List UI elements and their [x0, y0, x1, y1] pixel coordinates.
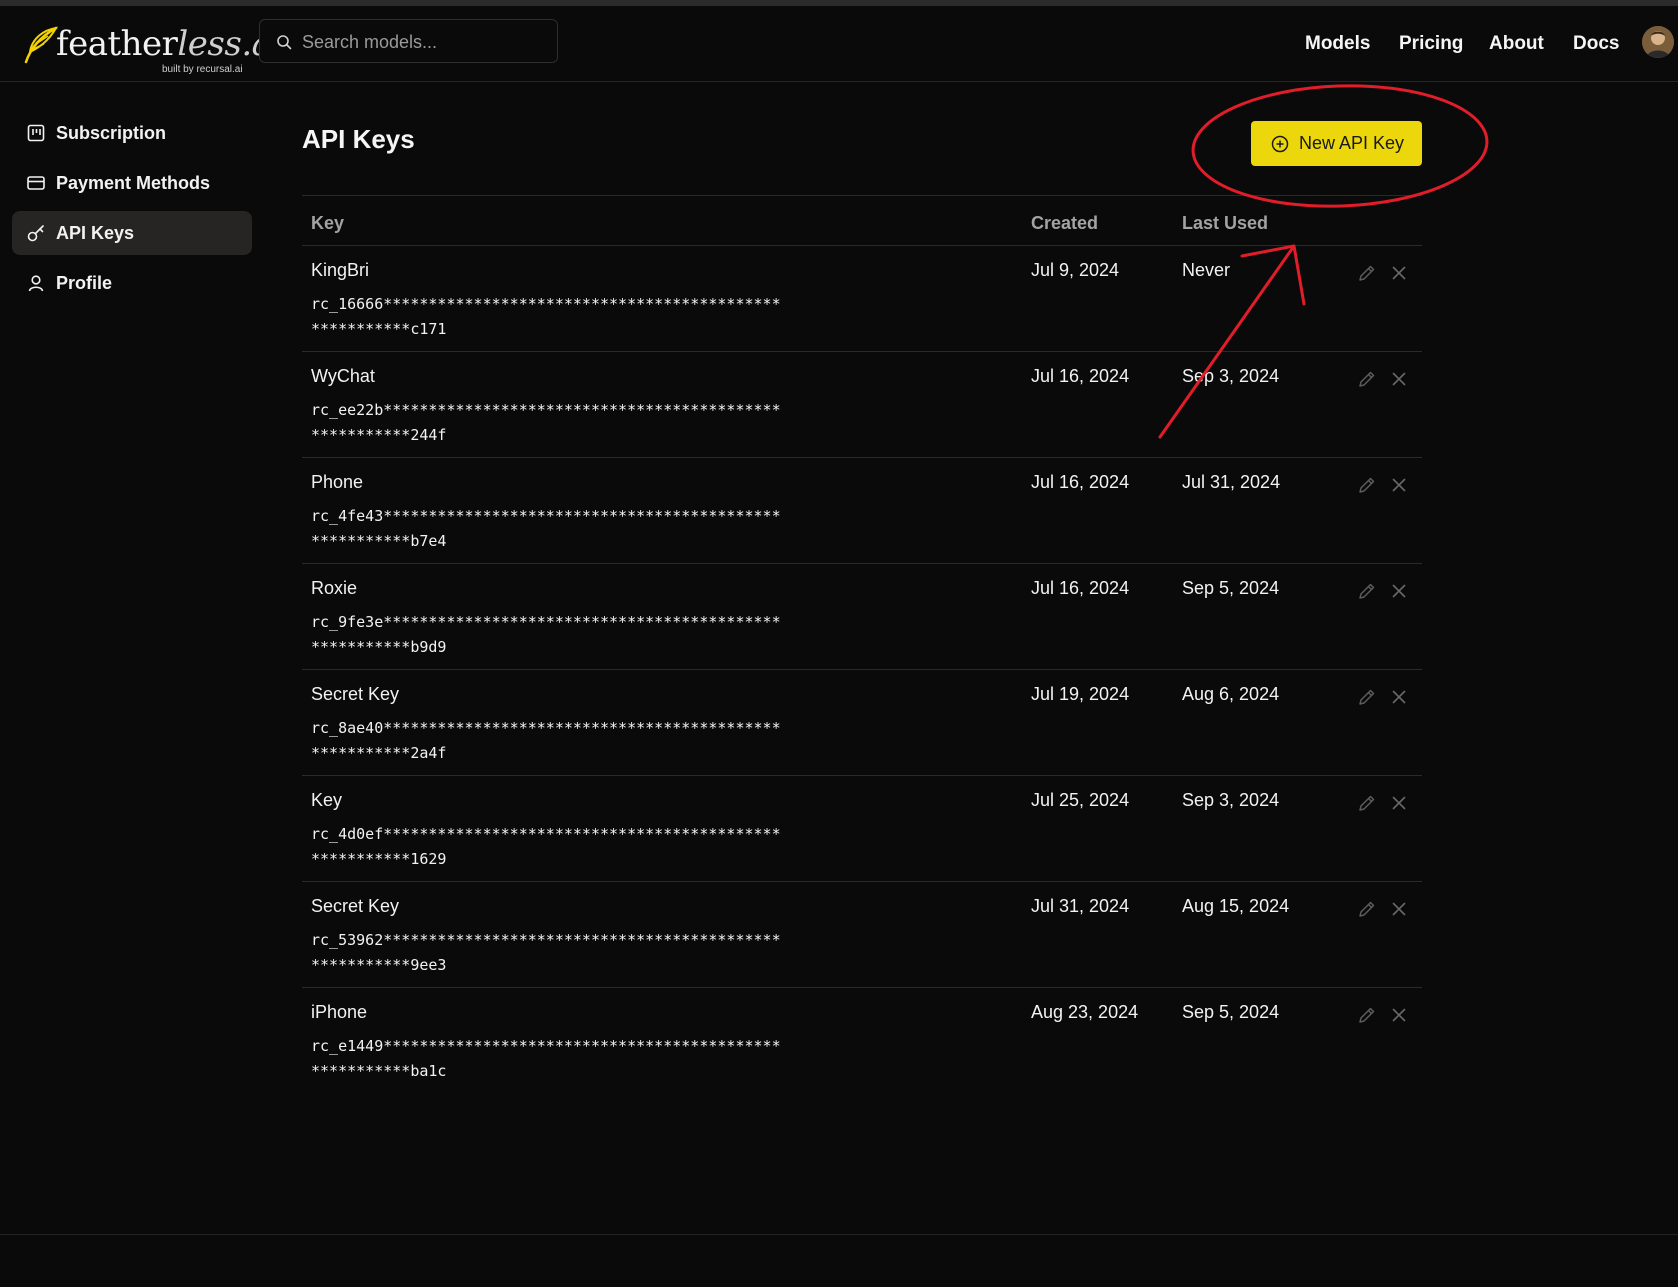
masked-key: rc_53962********************************…	[311, 931, 781, 974]
table-row: iPhone rc_e1449**************************…	[302, 988, 1422, 1094]
sidebar-item-profile[interactable]: Profile	[12, 261, 252, 305]
key-name: Key	[311, 790, 343, 810]
delete-x-icon[interactable]	[1390, 264, 1408, 282]
page-title: API Keys	[302, 124, 415, 154]
last-used-date: Sep 3, 2024	[1182, 366, 1280, 386]
nav-docs[interactable]: Docs	[1573, 33, 1619, 55]
key-name: Secret Key	[311, 684, 400, 704]
column-header-created: Created	[1031, 213, 1099, 233]
key-name: Secret Key	[311, 896, 400, 916]
delete-x-icon[interactable]	[1390, 688, 1408, 706]
table-row: Roxie rc_9fe3e***************************…	[302, 564, 1422, 670]
table-row: WyChat rc_ee22b**************************…	[302, 352, 1422, 458]
masked-key: rc_4fe43********************************…	[311, 507, 781, 550]
created-date: Aug 23, 2024	[1031, 1002, 1139, 1022]
footer-divider	[0, 1234, 1678, 1235]
created-date: Jul 9, 2024	[1031, 260, 1120, 280]
sidebar-item-api-keys[interactable]: API Keys	[12, 211, 252, 255]
created-date: Jul 16, 2024	[1031, 472, 1130, 492]
new-api-key-label: New API Key	[1299, 133, 1405, 153]
masked-key: rc_e1449********************************…	[311, 1037, 781, 1080]
last-used-date: Sep 5, 2024	[1182, 578, 1280, 598]
last-used-date: Sep 5, 2024	[1182, 1002, 1280, 1022]
delete-x-icon[interactable]	[1390, 794, 1408, 812]
sidebar-item-label: Payment Methods	[56, 173, 211, 193]
brand-subtitle: built by recursal.ai	[162, 64, 243, 75]
table-row: Phone rc_4fe43***************************…	[302, 458, 1422, 564]
edit-pencil-icon[interactable]	[1357, 899, 1377, 919]
top-header: featherless.ai built by recursal.ai Mode…	[0, 6, 1678, 82]
last-used-date: Never	[1182, 260, 1231, 280]
edit-pencil-icon[interactable]	[1357, 793, 1377, 813]
delete-x-icon[interactable]	[1390, 476, 1408, 494]
key-icon	[27, 225, 44, 242]
edit-pencil-icon[interactable]	[1357, 687, 1377, 707]
search-box[interactable]	[259, 19, 558, 64]
nav-pricing[interactable]: Pricing	[1399, 33, 1463, 55]
sidebar-item-label: API Keys	[56, 223, 135, 243]
edit-pencil-icon[interactable]	[1357, 1005, 1377, 1025]
table-header: Key Created Last Used	[302, 195, 1422, 246]
sidebar-item-payment-methods[interactable]: Payment Methods	[12, 161, 252, 205]
last-used-date: Aug 6, 2024	[1182, 684, 1280, 704]
plus-circle-icon	[1271, 135, 1289, 153]
table-body: KingBri rc_16666*************************…	[302, 246, 1422, 1094]
user-avatar[interactable]	[1642, 26, 1674, 58]
masked-key: rc_16666********************************…	[311, 295, 781, 338]
table-row: KingBri rc_16666*************************…	[302, 246, 1422, 352]
subscription-icon	[27, 124, 45, 142]
sidebar-item-label: Profile	[56, 273, 113, 293]
nav-about[interactable]: About	[1489, 33, 1544, 55]
delete-x-icon[interactable]	[1390, 900, 1408, 918]
created-date: Jul 16, 2024	[1031, 578, 1130, 598]
last-used-date: Jul 31, 2024	[1182, 472, 1281, 492]
key-name: Roxie	[311, 578, 358, 598]
delete-x-icon[interactable]	[1390, 1006, 1408, 1024]
edit-pencil-icon[interactable]	[1357, 369, 1377, 389]
created-date: Jul 16, 2024	[1031, 366, 1130, 386]
avatar-image	[1642, 26, 1674, 58]
delete-x-icon[interactable]	[1390, 370, 1408, 388]
table-row: Secret Key rc_53962**********************…	[302, 882, 1422, 988]
api-keys-table: Key Created Last Used KingBri rc_16666***…	[302, 195, 1422, 1094]
brand-main: feather	[56, 24, 178, 64]
masked-key: rc_4d0ef********************************…	[311, 825, 781, 868]
sidebar-item-subscription[interactable]: Subscription	[12, 111, 252, 155]
credit-card-icon	[27, 176, 45, 190]
key-name: Phone	[311, 472, 364, 492]
key-name: iPhone	[311, 1002, 368, 1022]
masked-key: rc_8ae40********************************…	[311, 719, 781, 762]
user-icon	[28, 275, 44, 292]
sidebar-item-label: Subscription	[56, 123, 167, 143]
table-row: Secret Key rc_8ae40**********************…	[302, 670, 1422, 776]
column-header-last-used: Last Used	[1182, 213, 1269, 233]
created-date: Jul 31, 2024	[1031, 896, 1130, 916]
key-name: KingBri	[311, 260, 370, 280]
key-name: WyChat	[311, 366, 375, 386]
brand-name: featherless.ai	[56, 24, 282, 64]
search-icon	[277, 35, 292, 50]
delete-x-icon[interactable]	[1390, 582, 1408, 600]
table-row: Key rc_4d0ef*****************************…	[302, 776, 1422, 882]
featherless-logo[interactable]: featherless.ai built by recursal.ai	[18, 18, 282, 76]
column-header-key: Key	[311, 213, 345, 233]
nav-models[interactable]: Models	[1305, 33, 1370, 55]
created-date: Jul 19, 2024	[1031, 684, 1130, 704]
last-used-date: Sep 3, 2024	[1182, 790, 1280, 810]
last-used-date: Aug 15, 2024	[1182, 896, 1290, 916]
edit-pencil-icon[interactable]	[1357, 475, 1377, 495]
edit-pencil-icon[interactable]	[1357, 581, 1377, 601]
edit-pencil-icon[interactable]	[1357, 263, 1377, 283]
masked-key: rc_ee22b********************************…	[311, 401, 781, 444]
created-date: Jul 25, 2024	[1031, 790, 1130, 810]
search-input[interactable]	[300, 20, 554, 64]
new-api-key-button[interactable]: New API Key	[1251, 121, 1422, 166]
masked-key: rc_9fe3e********************************…	[311, 613, 781, 656]
